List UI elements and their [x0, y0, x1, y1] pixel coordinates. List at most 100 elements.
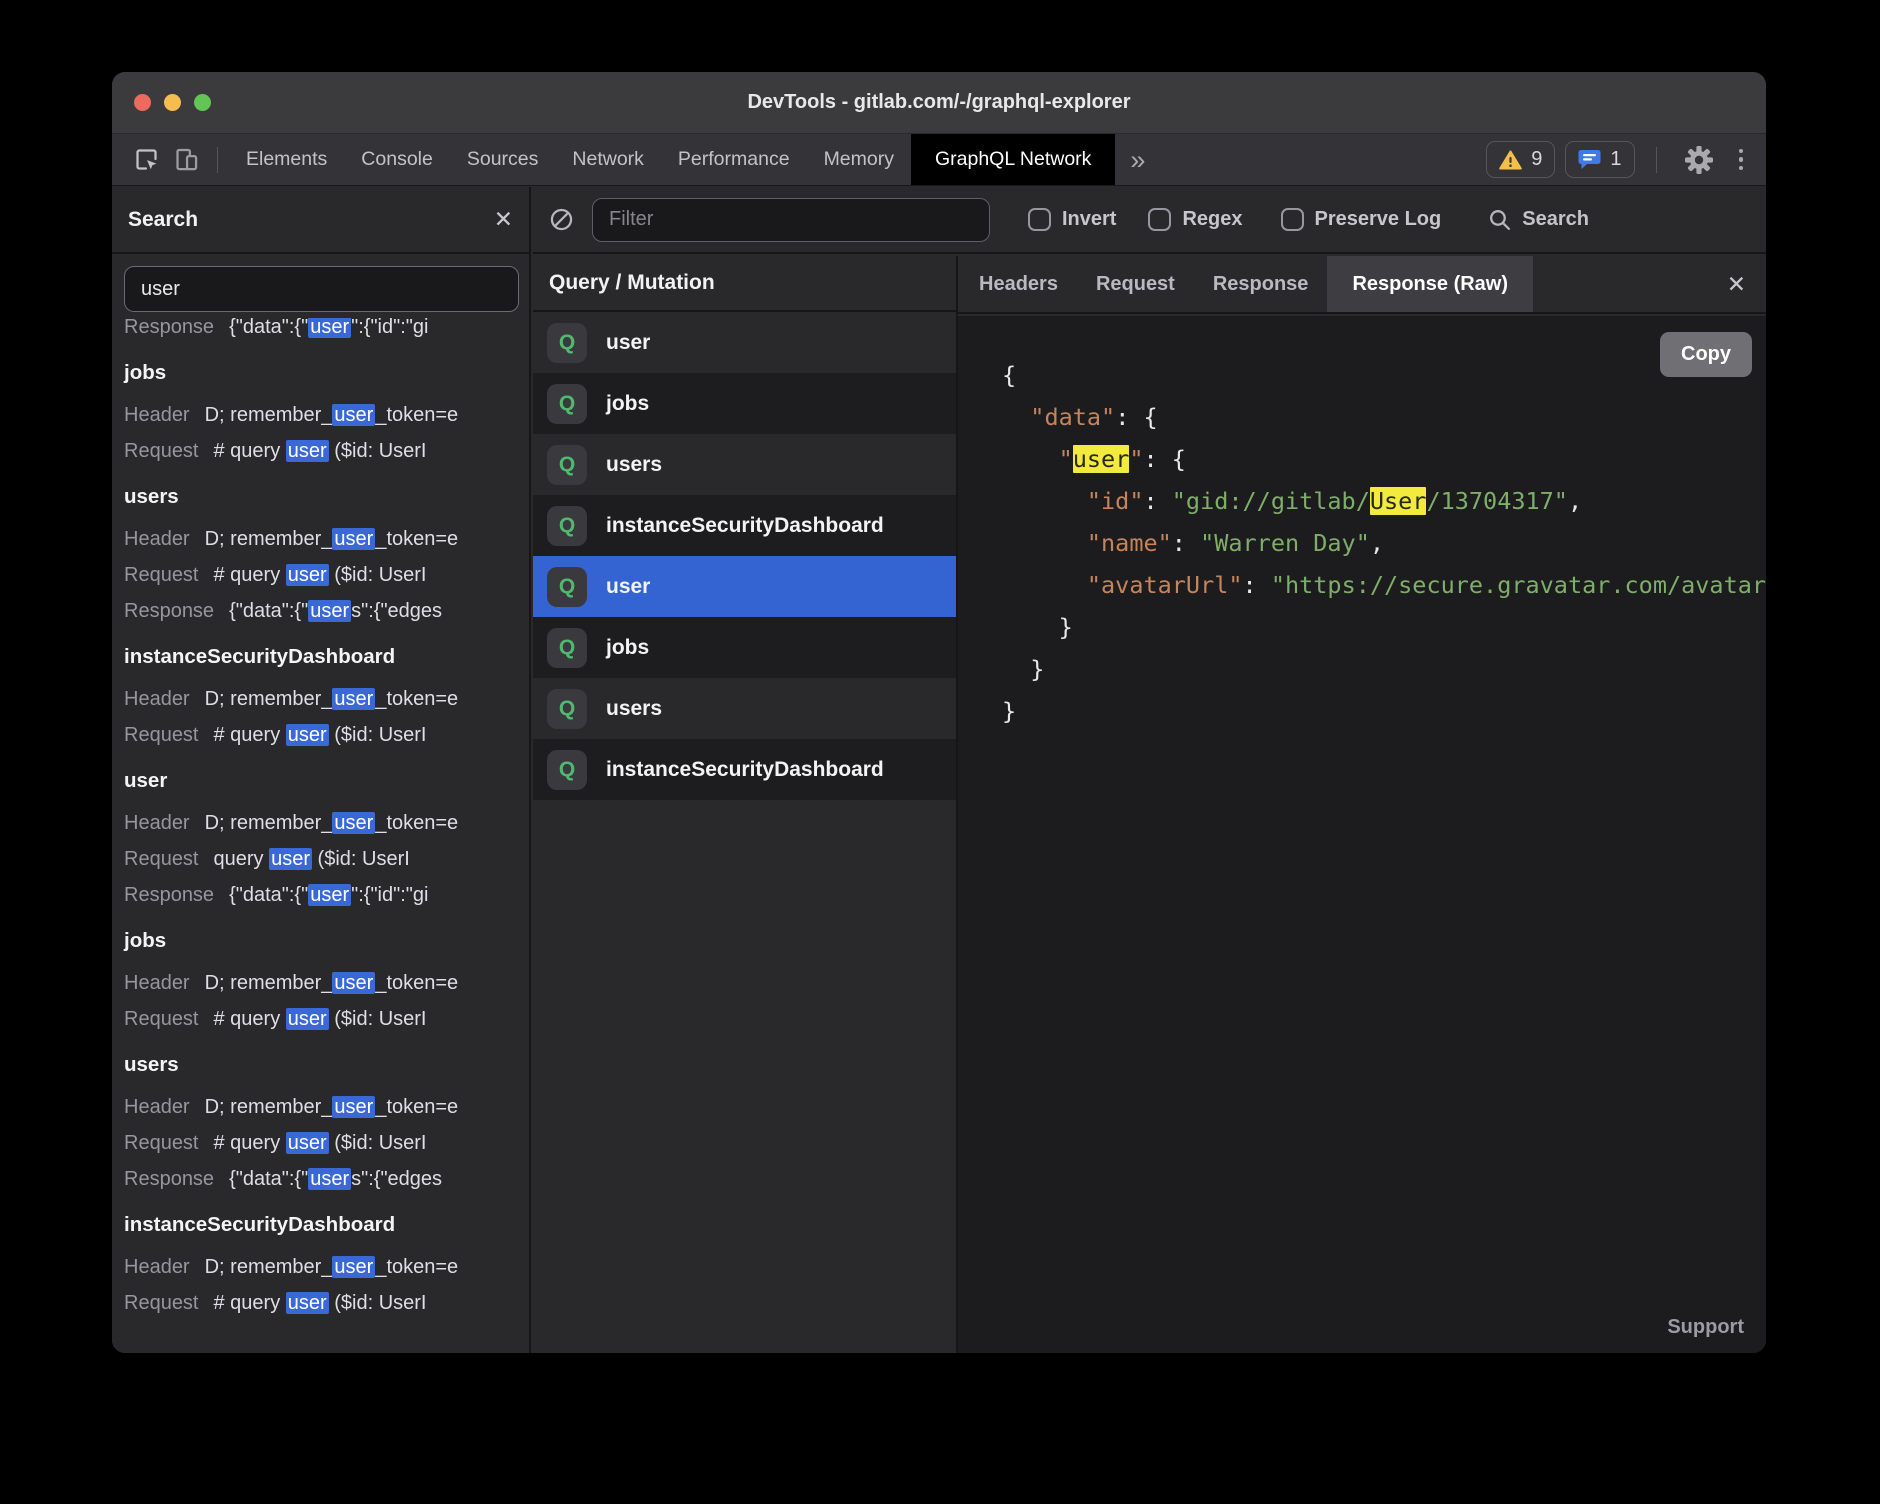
search-result-text: {"data":{"	[229, 1168, 308, 1190]
search-result-line[interactable]: Response{"data":{"users":{"edges	[124, 593, 529, 629]
query-type-badge: Q	[547, 628, 587, 668]
query-name: instanceSecurityDashboard	[606, 514, 884, 538]
search-result-text: ($id: UserI	[329, 1132, 427, 1154]
search-icon	[1487, 207, 1512, 232]
search-result-field-label: Request	[124, 724, 199, 746]
tab-graphql-network[interactable]: GraphQL Network	[911, 134, 1115, 185]
detail-tabs-row: Headers Request Response Response (Raw) …	[958, 256, 1766, 314]
preserve-log-checkbox[interactable]	[1281, 208, 1304, 231]
regex-label: Regex	[1182, 208, 1242, 231]
tab-network[interactable]: Network	[555, 134, 661, 185]
message-bubble-icon	[1578, 149, 1601, 170]
response-raw-view: Copy { "data": { "user": { "id": "gid://…	[958, 316, 1766, 1353]
search-result-line[interactable]: Response{"data":{"user":{"id":"gi	[124, 318, 529, 345]
warnings-badge[interactable]: 9	[1486, 141, 1555, 178]
search-match-highlight: user	[332, 1096, 375, 1118]
search-result-line[interactable]: HeaderD; remember_user_token=e	[124, 1249, 529, 1285]
more-tabs-button[interactable]: »	[1115, 134, 1160, 186]
search-result-line[interactable]: Request# query user ($id: UserI	[124, 557, 529, 593]
search-result-line[interactable]: Request# query user ($id: UserI	[124, 1285, 529, 1321]
copy-button[interactable]: Copy	[1660, 332, 1752, 377]
tab-elements[interactable]: Elements	[229, 134, 344, 185]
query-list-item[interactable]: QinstanceSecurityDashboard	[533, 495, 956, 556]
kebab-menu-icon[interactable]	[1730, 149, 1753, 171]
query-name: instanceSecurityDashboard	[606, 758, 884, 782]
search-toggle[interactable]: Search	[1487, 207, 1589, 232]
json-token: }	[1002, 613, 1073, 641]
json-line: "id": "gid://gitlab/User/13704317",	[1002, 480, 1766, 522]
json-token	[1002, 445, 1059, 473]
search-result-line[interactable]: HeaderD; remember_user_token=e	[124, 681, 529, 717]
minimize-window-button[interactable]	[164, 94, 181, 111]
device-toolbar-icon[interactable]	[166, 140, 206, 180]
json-token	[1002, 571, 1087, 599]
search-result-line[interactable]: HeaderD; remember_user_token=e	[124, 965, 529, 1001]
query-list-item[interactable]: Qjobs	[533, 617, 956, 678]
inspect-element-icon[interactable]	[126, 140, 166, 180]
search-result-line[interactable]: Request# query user ($id: UserI	[124, 717, 529, 753]
search-result-line[interactable]: Response{"data":{"users":{"edges	[124, 1161, 529, 1197]
search-result-group-title: jobs	[124, 355, 529, 391]
json-token: "gid://gitlab/	[1172, 487, 1370, 515]
traffic-lights	[134, 72, 211, 133]
devtools-window: DevTools - gitlab.com/-/graphql-explorer…	[112, 72, 1766, 1353]
query-list-item[interactable]: Quser	[533, 312, 956, 373]
query-name: users	[606, 697, 662, 721]
search-input[interactable]	[124, 266, 519, 312]
json-token: ,	[1370, 529, 1384, 557]
search-result-line[interactable]: Request# query user ($id: UserI	[124, 433, 529, 469]
settings-gear-icon[interactable]	[1678, 145, 1720, 175]
search-result-field-label: Request	[124, 848, 199, 870]
clear-log-icon[interactable]	[548, 206, 575, 233]
json-token: "	[1129, 445, 1143, 473]
query-type-badge: Q	[547, 384, 587, 424]
invert-checkbox[interactable]	[1028, 208, 1051, 231]
search-result-line[interactable]: Response{"data":{"user":{"id":"gi	[124, 877, 529, 913]
query-type-badge: Q	[547, 750, 587, 790]
search-panel-close-icon[interactable]: ✕	[494, 206, 513, 233]
tab-response-raw[interactable]: Response (Raw)	[1327, 256, 1533, 312]
json-token: "Warren Day"	[1200, 529, 1370, 557]
query-list-item[interactable]: Quser	[533, 556, 956, 617]
tab-performance[interactable]: Performance	[661, 134, 807, 185]
fullscreen-window-button[interactable]	[194, 94, 211, 111]
issues-badge[interactable]: 1	[1565, 141, 1634, 178]
json-line: {	[1002, 354, 1766, 396]
tab-console[interactable]: Console	[344, 134, 450, 185]
close-window-button[interactable]	[134, 94, 151, 111]
tab-headers[interactable]: Headers	[960, 256, 1077, 312]
filter-input[interactable]	[592, 198, 990, 242]
search-match-highlight: user	[286, 564, 329, 586]
regex-checkbox[interactable]	[1148, 208, 1171, 231]
detail-panel-close-icon[interactable]: ✕	[1727, 256, 1766, 312]
tab-memory[interactable]: Memory	[807, 134, 911, 185]
search-result-text: D; remember_	[205, 812, 333, 834]
search-result-line[interactable]: HeaderD; remember_user_token=e	[124, 1089, 529, 1125]
search-result-group: instanceSecurityDashboardHeaderD; rememb…	[124, 639, 529, 753]
search-match-highlight: user	[286, 1008, 329, 1030]
tab-request[interactable]: Request	[1077, 256, 1194, 312]
search-result-line[interactable]: HeaderD; remember_user_token=e	[124, 521, 529, 557]
json-token: : {	[1144, 445, 1186, 473]
preserve-log-label: Preserve Log	[1315, 208, 1442, 231]
issue-count: 1	[1610, 148, 1621, 171]
search-result-line[interactable]: HeaderD; remember_user_token=e	[124, 397, 529, 433]
search-result-group-title: users	[124, 479, 529, 515]
search-result-line[interactable]: Requestquery user ($id: UserI	[124, 841, 529, 877]
search-panel: Search ✕ Response{"data":{"user":{"id":"…	[112, 187, 531, 1353]
search-result-line[interactable]: HeaderD; remember_user_token=e	[124, 805, 529, 841]
devtools-toolbar: Elements Console Sources Network Perform…	[112, 134, 1766, 186]
support-link[interactable]: Support	[1667, 1316, 1744, 1339]
search-match-highlight: user	[308, 600, 351, 622]
tab-response[interactable]: Response	[1194, 256, 1328, 312]
query-list-item[interactable]: QinstanceSecurityDashboard	[533, 739, 956, 800]
search-result-text: # query	[214, 440, 286, 462]
query-list-item[interactable]: Qusers	[533, 678, 956, 739]
tab-sources[interactable]: Sources	[450, 134, 556, 185]
search-result-line[interactable]: Request# query user ($id: UserI	[124, 1125, 529, 1161]
search-panel-title: Search	[128, 208, 198, 232]
query-list-item[interactable]: Qjobs	[533, 373, 956, 434]
search-result-line[interactable]: Request# query user ($id: UserI	[124, 1001, 529, 1037]
json-token: "avatarUrl"	[1087, 571, 1243, 599]
query-list-item[interactable]: Qusers	[533, 434, 956, 495]
